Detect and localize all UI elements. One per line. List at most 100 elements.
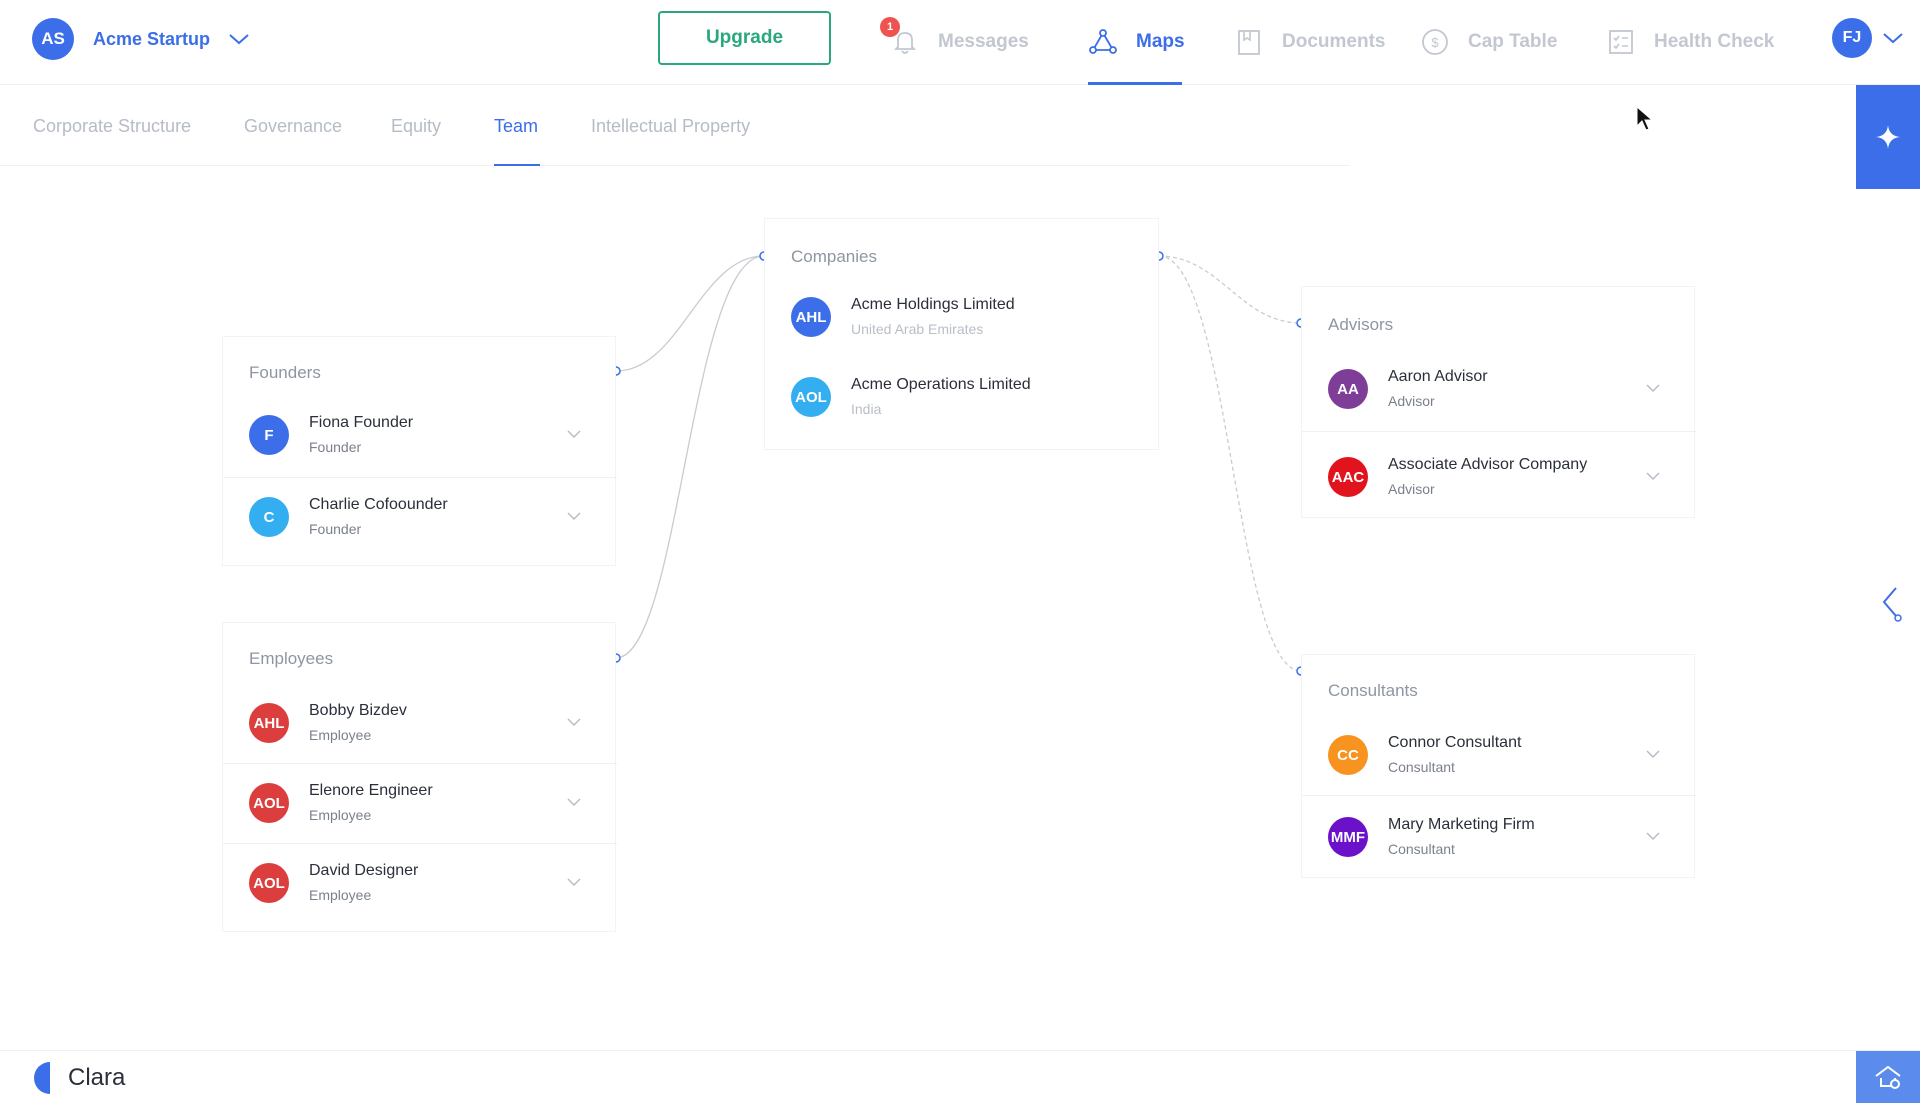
company-jurisdiction: India bbox=[851, 401, 882, 417]
founders-card: Founders F Fiona Founder Founder C Charl… bbox=[222, 336, 617, 566]
nav-label: Health Check bbox=[1654, 31, 1775, 52]
nav-label: Messages bbox=[938, 31, 1029, 52]
person-avatar: AAC bbox=[1328, 457, 1368, 497]
company-row[interactable]: AOL Acme Operations Limited India bbox=[765, 357, 1160, 437]
mouse-cursor-icon bbox=[1636, 106, 1654, 131]
clara-logo-icon bbox=[34, 1062, 50, 1094]
card-title: Advisors bbox=[1328, 315, 1394, 334]
company-avatar: AHL bbox=[791, 297, 831, 337]
person-role: Consultant bbox=[1388, 759, 1455, 775]
card-title: Consultants bbox=[1328, 681, 1418, 700]
nav-label: Maps bbox=[1136, 31, 1185, 52]
employees-card: Employees AHL Bobby Bizdev Employee AOL … bbox=[222, 622, 617, 932]
person-avatar: AOL bbox=[249, 863, 289, 903]
consultant-row[interactable]: MMF Mary Marketing Firm Consultant bbox=[1302, 797, 1696, 877]
row-divider bbox=[1302, 431, 1696, 432]
nav-health-check[interactable]: Health Check bbox=[1606, 18, 1774, 66]
chevron-down-icon[interactable] bbox=[567, 511, 581, 521]
chevron-down-icon bbox=[1882, 30, 1904, 46]
advisor-row[interactable]: AA Aaron Advisor Advisor bbox=[1302, 349, 1696, 429]
consultant-row[interactable]: CC Connor Consultant Consultant bbox=[1302, 715, 1696, 795]
person-avatar: AHL bbox=[249, 703, 289, 743]
nav-label: Cap Table bbox=[1468, 31, 1558, 52]
chevron-down-icon[interactable] bbox=[1646, 831, 1660, 841]
checklist-icon bbox=[1606, 27, 1636, 57]
clara-logo: Clara bbox=[32, 1061, 125, 1095]
user-menu[interactable]: FJ bbox=[1832, 18, 1904, 58]
tab-equity[interactable]: Equity bbox=[391, 116, 441, 137]
person-name: Mary Marketing Firm bbox=[1388, 816, 1535, 833]
person-avatar: F bbox=[249, 415, 289, 455]
tab-intellectual-property[interactable]: Intellectual Property bbox=[591, 116, 750, 137]
person-role: Employee bbox=[309, 887, 372, 903]
startup-avatar: AS bbox=[32, 18, 74, 60]
person-avatar: MMF bbox=[1328, 817, 1368, 857]
person-avatar: AA bbox=[1328, 369, 1368, 409]
startup-name: Acme Startup bbox=[93, 28, 211, 49]
company-row[interactable]: AHL Acme Holdings Limited United Arab Em… bbox=[765, 277, 1160, 357]
person-avatar: CC bbox=[1328, 735, 1368, 775]
founder-row[interactable]: F Fiona Founder Founder bbox=[223, 395, 617, 475]
chevron-down-icon[interactable] bbox=[1646, 471, 1660, 481]
nav-maps[interactable]: Maps bbox=[1088, 18, 1185, 66]
person-name: Elenore Engineer bbox=[309, 782, 433, 799]
chevron-down-icon[interactable] bbox=[1646, 749, 1660, 759]
founder-row[interactable]: C Charlie Cofoounder Founder bbox=[223, 477, 617, 557]
person-name: Aaron Advisor bbox=[1388, 368, 1488, 385]
nav-messages[interactable]: 1 Messages bbox=[880, 17, 1029, 66]
company-avatar: AOL bbox=[791, 377, 831, 417]
advisor-row[interactable]: AAC Associate Advisor Company Advisor bbox=[1302, 437, 1696, 517]
chevron-down-icon[interactable] bbox=[567, 429, 581, 439]
collapse-panel-arrow-icon[interactable] bbox=[1876, 584, 1906, 624]
nav-documents[interactable]: Documents bbox=[1234, 18, 1385, 66]
card-title: Founders bbox=[249, 363, 321, 382]
nav-label: Documents bbox=[1282, 31, 1386, 52]
svg-text:$: $ bbox=[1431, 35, 1439, 50]
companies-card: Companies AHL Acme Holdings Limited Unit… bbox=[764, 218, 1159, 450]
tab-team[interactable]: Team bbox=[494, 116, 538, 137]
user-avatar: FJ bbox=[1832, 18, 1872, 58]
person-avatar: AOL bbox=[249, 783, 289, 823]
chevron-down-icon[interactable] bbox=[567, 877, 581, 887]
company-name: Acme Holdings Limited bbox=[851, 296, 1015, 313]
active-tab-indicator bbox=[494, 164, 540, 166]
dollar-icon: $ bbox=[1420, 27, 1450, 57]
person-name: Charlie Cofoounder bbox=[309, 496, 448, 513]
chevron-down-icon bbox=[228, 31, 250, 47]
brand-name: Clara bbox=[68, 1064, 126, 1091]
person-role: Founder bbox=[309, 521, 362, 537]
card-title: Companies bbox=[791, 247, 877, 266]
person-name: Connor Consultant bbox=[1388, 734, 1522, 751]
company-name: Acme Operations Limited bbox=[851, 376, 1031, 393]
person-avatar: C bbox=[249, 497, 289, 537]
tab-corporate-structure[interactable]: Corporate Structure bbox=[33, 116, 191, 137]
employee-row[interactable]: AOL Elenore Engineer Employee bbox=[223, 763, 617, 843]
person-role: Consultant bbox=[1388, 841, 1455, 857]
messages-badge: 1 bbox=[880, 17, 900, 37]
maps-icon bbox=[1088, 27, 1118, 57]
chevron-down-icon[interactable] bbox=[567, 797, 581, 807]
bell-icon: 1 bbox=[880, 17, 920, 57]
upgrade-button[interactable]: Upgrade bbox=[658, 11, 831, 65]
consultants-card: Consultants CC Connor Consultant Consult… bbox=[1301, 654, 1696, 878]
person-name: Fiona Founder bbox=[309, 414, 414, 431]
chevron-down-icon[interactable] bbox=[567, 717, 581, 727]
employee-row[interactable]: AOL David Designer Employee bbox=[223, 843, 617, 923]
company-jurisdiction: United Arab Emirates bbox=[851, 321, 984, 337]
sparkle-icon bbox=[1876, 125, 1900, 149]
tab-governance[interactable]: Governance bbox=[244, 116, 342, 137]
nav-cap-table[interactable]: $ Cap Table bbox=[1420, 18, 1557, 66]
chevron-down-icon[interactable] bbox=[1646, 383, 1660, 393]
person-role: Advisor bbox=[1388, 393, 1435, 409]
person-role: Employee bbox=[309, 727, 372, 743]
row-divider bbox=[1302, 795, 1696, 796]
advisors-card: Advisors AA Aaron Advisor Advisor AAC As… bbox=[1301, 286, 1696, 518]
assistant-button[interactable] bbox=[1856, 85, 1920, 189]
employee-row[interactable]: AHL Bobby Bizdev Employee bbox=[223, 683, 617, 763]
person-role: Advisor bbox=[1388, 481, 1435, 497]
startup-switcher[interactable]: AS Acme Startup bbox=[32, 18, 250, 60]
bottom-bar: Clara bbox=[0, 1050, 1920, 1103]
help-megaphone-icon bbox=[1875, 1065, 1901, 1089]
help-button[interactable] bbox=[1856, 1051, 1920, 1103]
map-subtabs: Corporate Structure Governance Equity Te… bbox=[0, 86, 1350, 166]
